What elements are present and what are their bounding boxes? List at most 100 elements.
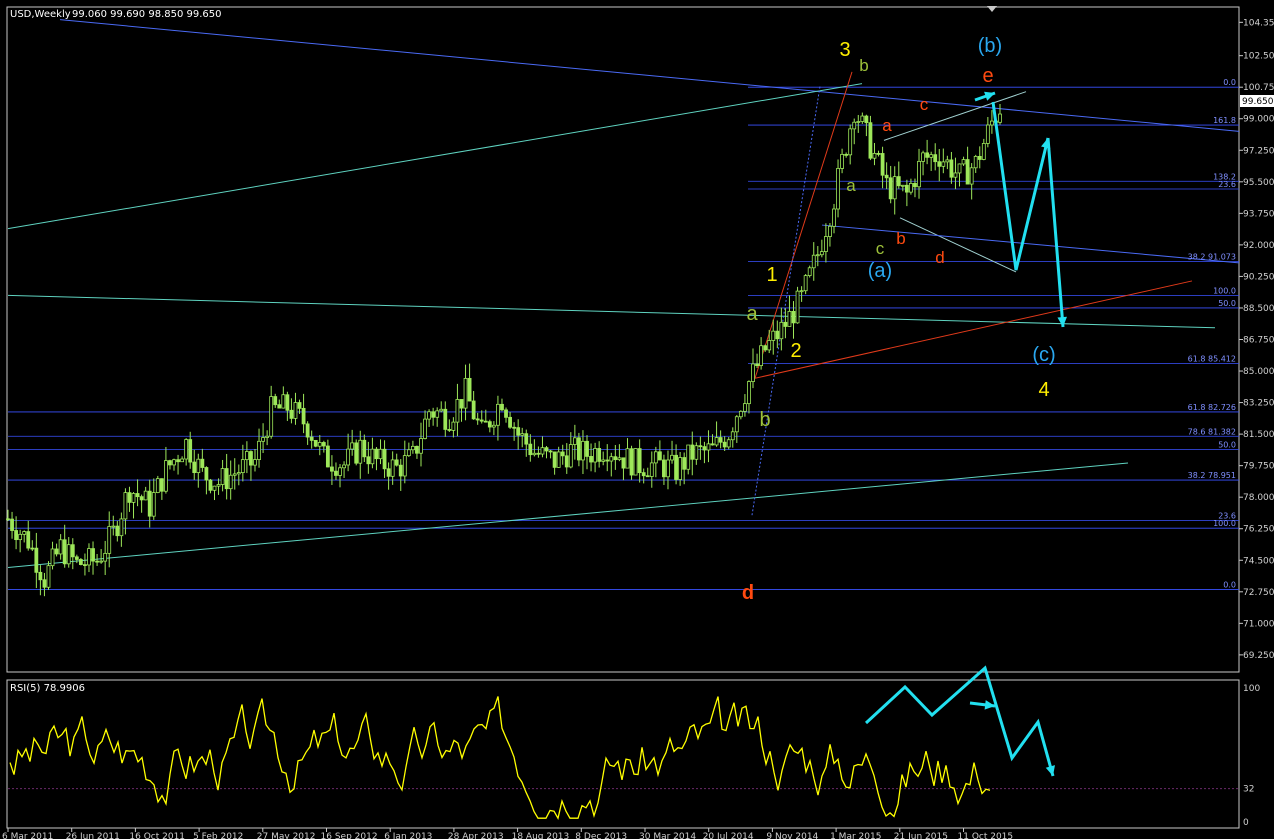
candle-body [593,448,598,463]
candle-body [678,457,683,480]
candle-body [386,468,391,477]
candle-body [378,448,383,460]
candle-body [852,121,857,130]
wave-label: d [935,248,944,267]
candle-body [301,407,306,425]
rsi-tick-label: 100 [1243,684,1260,694]
candle-body [625,448,630,469]
candle-body [443,408,448,430]
fib-level-label: 38.2 78.951 [1188,471,1236,480]
chart-window[interactable]: 0.0161.8138.223.638.2 91.073100.050.061.… [0,0,1274,839]
wave-label: 1 [766,264,777,286]
candle-body [143,490,148,501]
candle-body [572,437,577,445]
candle-body [621,457,626,469]
candle-body [904,184,909,193]
wave-label: (c) [1032,344,1055,366]
candle-body [925,152,930,158]
current-price-value: 99.650 [1242,97,1274,107]
candle-body [601,459,606,462]
candle-body [641,472,646,477]
candle-body [686,444,691,470]
candle-body [714,437,719,446]
candle-body [560,451,565,457]
candle-body [795,290,800,324]
candle-body [504,409,508,418]
candle-body [285,394,290,411]
candle-body [325,445,330,468]
candle-body [532,452,537,456]
time-tick-label: 8 Dec 2013 [575,832,627,839]
candle-body [370,448,375,465]
candle-body [605,459,610,462]
candle-body [528,443,533,456]
wave-label: b [896,229,905,248]
candle-body [597,448,602,462]
time-tick-label: 20 Jul 2014 [703,832,754,839]
candle-body [257,440,261,460]
time-tick-label: 28 Apr 2013 [448,832,504,839]
candle-body [577,437,581,461]
candle-body [763,345,768,351]
time-tick-label: 18 Aug 2013 [512,832,570,839]
candle-body [585,440,589,457]
candle-body [487,421,492,428]
candle-body [427,411,431,420]
candle-body [791,311,796,324]
candle-body [431,411,436,418]
candle-body [212,485,217,491]
candle-body [811,254,816,269]
candle-body [394,459,399,466]
candle-body [439,408,444,412]
candle-body [730,431,735,441]
candle-body [164,460,168,492]
candle-body [406,449,411,457]
candle-body [799,290,804,293]
candle-body [787,311,792,327]
time-tick-label: 5 Feb 2012 [193,832,243,839]
candle-body [803,275,808,292]
candle-body [581,440,585,461]
wave-label: 4 [1038,379,1049,401]
candle-body [204,467,209,481]
candle-body [208,479,213,491]
candle-body [856,121,861,123]
candle-body [261,437,265,442]
time-tick-label: 11 Oct 2015 [958,832,1014,839]
candle-body [42,579,47,588]
candle-body [552,451,557,468]
candle-body [536,452,541,455]
candle-body [564,455,569,468]
candle-body [200,458,205,468]
price-tick-label: 83.250 [1243,399,1274,409]
candle-body [74,556,79,560]
candle-body [95,560,99,563]
candle-body [281,394,286,409]
candle-body [864,115,869,124]
candle-body [168,460,172,466]
candle-body [362,439,367,458]
candle-body [479,419,484,422]
candle-body [637,448,642,474]
fib-level-label: 161.8 [1213,116,1236,125]
candle-body [726,439,731,448]
candle-body [771,330,776,341]
candle-body [880,153,885,176]
candle-body [840,153,844,169]
candle-body [568,444,573,468]
candle-body [419,438,423,454]
fib-level-label: 61.8 85.412 [1188,355,1236,364]
candle-body [459,399,464,409]
candle-body [273,396,278,406]
candle-body [70,544,75,558]
candle-body [649,462,654,477]
candle-body [216,484,221,487]
candle-body [475,418,480,421]
candle-body [269,396,274,437]
candle-body [10,518,14,531]
wave-label: a [846,176,856,195]
candle-body [423,418,427,439]
chart-background [0,0,1274,839]
wave-label: e [982,65,993,87]
candle-body [694,445,699,460]
